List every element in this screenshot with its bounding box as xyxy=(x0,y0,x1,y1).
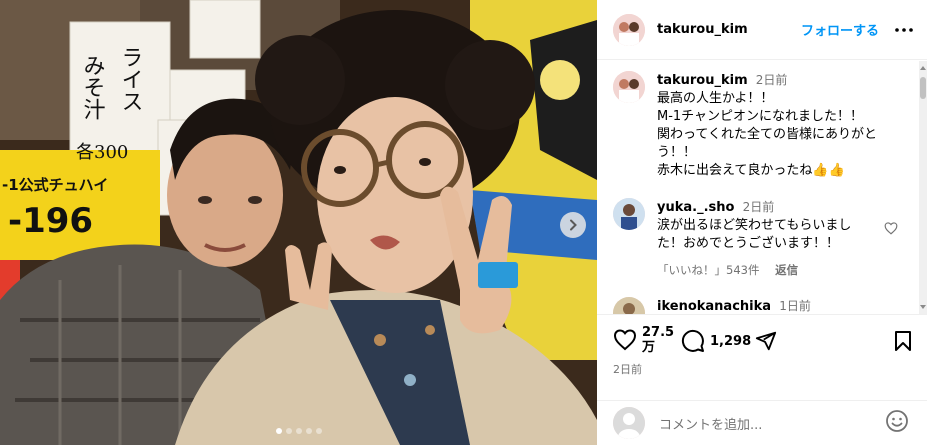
avatar-illustration xyxy=(613,13,645,46)
author-avatar[interactable] xyxy=(613,13,645,46)
chevron-right-icon xyxy=(570,219,577,231)
add-comment-bar: コメントを追加... xyxy=(597,400,927,445)
sign-miso: みそ汁 xyxy=(80,54,106,120)
comment-meta: 「いいね！」543件 返信 xyxy=(657,261,897,279)
heart-icon xyxy=(613,329,637,351)
comment-item: ikenokanachika 1日前 xyxy=(597,297,919,314)
comment-line: 涙が出るほど笑わせてもらいまし xyxy=(657,218,852,233)
comments-list[interactable]: takurou_kim 2日前 最高の人生かよ！！ M-1チャンピオンになれまし… xyxy=(597,61,919,314)
avatar-illustration xyxy=(613,71,645,103)
carousel-dot xyxy=(275,428,282,434)
comment-body: yuka._.sho 2日前 涙が出るほど笑わせてもらいまし た！おめでとうござ… xyxy=(657,198,897,279)
photo-illustration: みそ汁 ライス 各300 -1公式チュハイ -196 xyxy=(0,0,597,445)
author-username[interactable]: takurou_kim xyxy=(657,22,748,37)
follow-button[interactable]: フォローする xyxy=(801,20,879,39)
caption-line: M-1チャンピオンになれました！！ xyxy=(657,109,864,124)
emoji-button[interactable] xyxy=(885,409,909,437)
carousel-dot xyxy=(315,428,322,434)
caption-line: う！！ xyxy=(657,145,697,160)
bookmark-icon xyxy=(895,331,911,351)
like-count-number: 27.5 xyxy=(642,325,675,340)
carousel-indicator xyxy=(0,428,597,434)
caption-author[interactable]: takurou_kim xyxy=(657,73,748,88)
comment-like-button[interactable] xyxy=(884,220,898,239)
comment-icon xyxy=(681,329,704,352)
sign-price: 各300 xyxy=(76,142,128,163)
share-icon xyxy=(755,331,777,351)
commenter-avatar[interactable] xyxy=(613,198,645,230)
comment-count: 1,298 xyxy=(710,333,752,349)
post-header: takurou_kim フォローする xyxy=(597,0,927,60)
caption-time[interactable]: 2日前 xyxy=(756,73,788,87)
heart-icon xyxy=(884,222,898,235)
comment-line: た！おめでとうございます！！ xyxy=(657,236,840,251)
more-options-button[interactable] xyxy=(895,27,913,32)
reply-button[interactable]: 返信 xyxy=(775,263,798,277)
caption: takurou_kim 2日前 最高の人生かよ！！ M-1チャンピオンになれまし… xyxy=(597,71,919,180)
comment-author[interactable]: yuka._.sho xyxy=(657,200,734,215)
more-icon xyxy=(895,27,913,32)
comment-button[interactable]: 1,298 xyxy=(681,329,751,353)
commenter-avatar[interactable] xyxy=(613,297,645,314)
caption-line: 関わってくれた全ての皆様にありがと xyxy=(657,127,877,142)
post-photo[interactable]: みそ汁 ライス 各300 -1公式チュハイ -196 xyxy=(0,0,597,445)
scrollbar-thumb[interactable] xyxy=(920,77,926,99)
comment-likes-link[interactable]: 「いいね！」543件 xyxy=(657,263,759,277)
share-button[interactable] xyxy=(755,330,777,352)
emoji-icon xyxy=(886,410,908,432)
carousel-dot xyxy=(305,428,312,434)
like-count[interactable]: 27.5 万 xyxy=(642,325,674,355)
save-button[interactable] xyxy=(894,330,912,352)
comment-input[interactable]: コメントを追加... xyxy=(659,414,885,433)
current-user-avatar xyxy=(613,407,645,439)
comments-scrollbar[interactable] xyxy=(919,61,927,314)
next-image-button[interactable] xyxy=(560,212,586,238)
avatar-illustration xyxy=(613,198,645,230)
sign-price-big: -196 xyxy=(8,201,93,241)
comment-time[interactable]: 2日前 xyxy=(743,200,775,214)
sign-chuhai: -1公式チュハイ xyxy=(2,176,108,194)
caption-body: takurou_kim 2日前 最高の人生かよ！！ M-1チャンピオンになれまし… xyxy=(657,71,897,180)
post-actions: 27.5 万 1,298 2日前 xyxy=(597,314,927,400)
sign-rice: ライス xyxy=(118,46,143,112)
caption-line: 赤木に出会えて良かったね👍👍 xyxy=(657,163,845,178)
comment-item: yuka._.sho 2日前 涙が出るほど笑わせてもらいまし た！おめでとうござ… xyxy=(597,198,919,279)
like-count-unit: 万 xyxy=(642,340,656,355)
comment-author[interactable]: ikenokanachika xyxy=(657,299,771,314)
post-date[interactable]: 2日前 xyxy=(613,361,642,377)
like-button[interactable] xyxy=(613,329,637,351)
avatar-illustration xyxy=(613,297,645,314)
carousel-dot xyxy=(295,428,302,434)
caption-avatar[interactable] xyxy=(613,71,645,103)
default-avatar-icon xyxy=(613,407,645,439)
carousel-dot xyxy=(285,428,292,434)
caption-line: 最高の人生かよ！！ xyxy=(657,91,774,106)
scroll-up-icon[interactable] xyxy=(920,64,926,72)
comment-body: ikenokanachika 1日前 xyxy=(657,297,897,314)
scroll-down-icon[interactable] xyxy=(920,303,926,311)
comment-time[interactable]: 1日前 xyxy=(779,299,811,313)
